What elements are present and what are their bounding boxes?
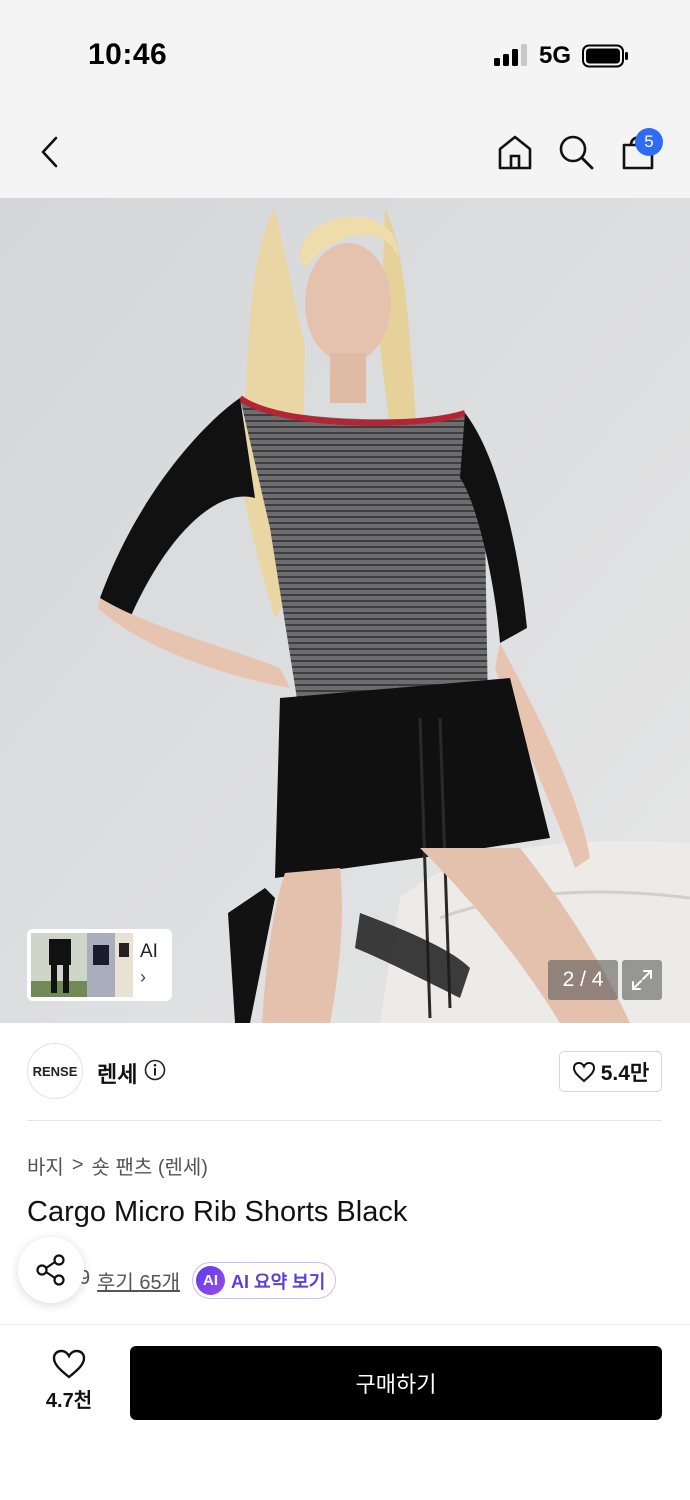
breadcrumb-item[interactable]: 숏 팬츠 (렌세) [92,1151,208,1180]
ai-badge: AI [196,1266,226,1295]
brand-name[interactable]: 렌세 [97,1057,137,1089]
back-button[interactable] [30,130,70,174]
expand-button[interactable] [622,960,662,1000]
info-icon[interactable] [144,1059,166,1081]
home-button[interactable] [494,130,536,174]
brand-logo[interactable]: RENSE [27,1043,83,1099]
review-link[interactable]: 후기 65개 [97,1266,180,1295]
ai-summary-label: AI 요약 보기 [231,1271,326,1292]
breadcrumb-separator: > [71,1154,84,1176]
heart-icon [572,1061,595,1082]
expand-icon [632,970,652,990]
status-bar: 10:46 5G [0,0,690,105]
breadcrumb-item[interactable]: 바지 [27,1151,64,1180]
thumbnail-ai-label: AI [140,941,158,962]
brand-like-button[interactable]: 5.4만 [559,1051,662,1092]
ai-summary-button[interactable]: AI AI 요약 보기 [192,1262,337,1299]
ai-thumbnail-card[interactable]: AI › [27,929,172,1001]
wish-count: 4.7천 [45,1390,93,1412]
product-photo [0,198,690,1023]
divider [27,1120,662,1121]
image-counter: 2 / 4 [548,960,618,1000]
chevron-right-icon: › [140,967,146,987]
breadcrumb: 바지 > 숏 팬츠 (렌세) [27,1151,208,1180]
search-icon [559,135,594,170]
network-label: 5G [539,42,572,69]
cart-count-badge: 5 [635,128,663,156]
home-icon [498,135,532,170]
share-button[interactable] [18,1237,84,1303]
heart-icon [52,1349,86,1379]
thumbnail-images [31,933,133,997]
buy-button[interactable]: 구매하기 [130,1346,662,1420]
battery-icon [582,44,628,68]
back-icon [41,136,58,168]
product-title: Cargo Micro Rib Shorts Black [27,1196,408,1228]
signal-icon [494,44,528,66]
wish-button[interactable]: 4.7천 [38,1348,100,1413]
brand-like-count: 5.4만 [600,1061,650,1085]
search-button[interactable] [555,130,597,174]
share-icon [36,1254,65,1286]
product-image[interactable] [0,198,690,1023]
status-time: 10:46 [88,38,168,71]
